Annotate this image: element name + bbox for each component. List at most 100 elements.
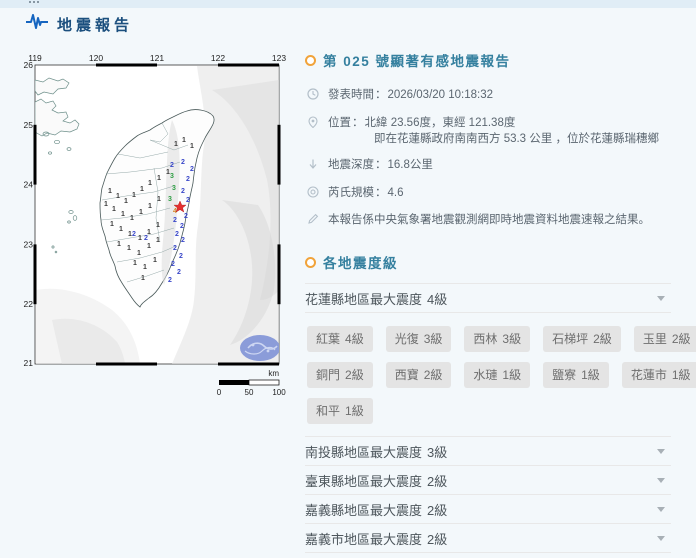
report-title: 第 025 號顯著有感地震報告 bbox=[323, 50, 511, 70]
severity-accordion: 花蓮縣地區最大震度 4級 紅葉4級光復3級西林3級石梯坪2級玉里2級富里2級 銅… bbox=[305, 283, 671, 558]
station-chip: 石梯坪2級 bbox=[543, 326, 621, 352]
svg-text:1: 1 bbox=[119, 226, 123, 233]
svg-text:2: 2 bbox=[177, 269, 181, 276]
lat-label: 25 bbox=[24, 120, 34, 130]
svg-text:3: 3 bbox=[172, 185, 176, 192]
accordion-row-region[interactable]: 嘉義市地區最大震度 2級 bbox=[305, 524, 671, 553]
svg-text:2: 2 bbox=[170, 162, 174, 169]
svg-text:1: 1 bbox=[148, 203, 152, 210]
svg-text:2: 2 bbox=[179, 253, 183, 260]
chevron-down-icon bbox=[657, 507, 665, 512]
svg-text:1: 1 bbox=[153, 257, 157, 264]
station-chip: 鹽寮1級 bbox=[543, 362, 609, 388]
svg-text:100: 100 bbox=[272, 388, 286, 397]
location-pin-icon bbox=[307, 116, 320, 134]
station-row: 銅門2級西寶2級水璉1級鹽寮1級花蓮市1級太魯閣1級 bbox=[307, 362, 671, 388]
svg-text:2: 2 bbox=[171, 261, 175, 268]
svg-text:1: 1 bbox=[147, 243, 151, 250]
svg-text:1: 1 bbox=[182, 137, 186, 144]
accordion-row-region[interactable]: 雲林縣地區最大震度 1級 bbox=[305, 553, 671, 558]
svg-text:1: 1 bbox=[137, 250, 141, 257]
svg-text:2: 2 bbox=[168, 277, 172, 284]
lon-label: 121 bbox=[150, 53, 164, 63]
svg-text:1: 1 bbox=[127, 245, 131, 252]
svg-text:2: 2 bbox=[186, 197, 190, 204]
earthquake-report-page: 地震報告 119 120 121 122 123 26 25 24 23 22 … bbox=[0, 0, 696, 558]
chevron-down-icon bbox=[657, 536, 665, 541]
report-panel: 第 025 號顯著有感地震報告 發表時間：2026/03/20 10:18:32… bbox=[305, 50, 671, 558]
field-magnitude: 芮氏規模：4.6 bbox=[307, 185, 671, 204]
svg-text:3: 3 bbox=[170, 173, 174, 180]
svg-text:km: km bbox=[268, 369, 279, 378]
accordion-row-region[interactable]: 臺東縣地區最大震度 2級 bbox=[305, 466, 671, 495]
station-chip: 銅門2級 bbox=[307, 362, 373, 388]
accordion-row-region[interactable]: 南投縣地區最大震度 3級 bbox=[305, 437, 671, 466]
svg-text:2: 2 bbox=[173, 245, 177, 252]
svg-text:1: 1 bbox=[130, 215, 134, 222]
collapsed-regions: 南投縣地區最大震度 3級 臺東縣地區最大震度 2級 bbox=[305, 437, 671, 558]
svg-text:1: 1 bbox=[104, 201, 108, 208]
map-scale-bar: km 0 50 100 bbox=[217, 369, 286, 397]
depth-arrow-icon bbox=[307, 158, 320, 176]
svg-text:1: 1 bbox=[110, 221, 114, 228]
svg-text:1: 1 bbox=[133, 260, 137, 267]
svg-text:2: 2 bbox=[180, 223, 184, 230]
svg-text:1: 1 bbox=[174, 141, 178, 148]
station-chip: 紅葉4級 bbox=[307, 326, 373, 352]
clock-icon bbox=[307, 88, 320, 106]
region-title: 嘉義縣地區最大震度 bbox=[305, 500, 422, 519]
svg-text:1: 1 bbox=[112, 206, 116, 213]
severity-heading-row: 各地震度級 bbox=[305, 252, 671, 272]
field-publish-time: 發表時間：2026/03/20 10:18:32 bbox=[307, 87, 671, 106]
chevron-down-icon bbox=[657, 449, 665, 454]
station-row: 和平1級 bbox=[307, 398, 671, 424]
svg-text:0: 0 bbox=[217, 388, 222, 397]
svg-text:1: 1 bbox=[117, 241, 121, 248]
orange-dot-icon bbox=[305, 257, 316, 268]
region-level: 3級 bbox=[427, 442, 447, 461]
region-level: 2級 bbox=[427, 471, 447, 490]
region-title: 嘉義市地區最大震度 bbox=[305, 529, 422, 548]
svg-text:1: 1 bbox=[157, 196, 161, 203]
station-chip: 水璉1級 bbox=[464, 362, 530, 388]
svg-text:2: 2 bbox=[181, 237, 185, 244]
seismograph-icon bbox=[26, 13, 48, 35]
svg-text:1: 1 bbox=[132, 192, 136, 199]
svg-text:2: 2 bbox=[184, 213, 188, 220]
region-title: 臺東縣地區最大震度 bbox=[305, 471, 422, 490]
field-location: 位置：北緯 23.56度，東經 121.38度 即在花蓮縣政府南南西方 53.3… bbox=[307, 115, 671, 148]
lon-label: 123 bbox=[272, 53, 286, 63]
station-chip: 光復3級 bbox=[386, 326, 452, 352]
orange-dot-icon bbox=[305, 55, 316, 66]
accordion-row-region[interactable]: 嘉義縣地區最大震度 2級 bbox=[305, 495, 671, 524]
report-title-row: 第 025 號顯著有感地震報告 bbox=[305, 50, 671, 70]
accordion-row-hualien[interactable]: 花蓮縣地區最大震度 4級 bbox=[305, 283, 671, 313]
lat-label: 21 bbox=[24, 358, 34, 368]
svg-text:2: 2 bbox=[175, 231, 179, 238]
report-note: 本報告係中央氣象署地震觀測網即時地震資料地震速報之結果。 bbox=[328, 212, 650, 229]
hualien-stations-panel: 紅葉4級光復3級西林3級石梯坪2級玉里2級富里2級 銅門2級西寶2級水璉1級鹽寮… bbox=[305, 313, 671, 437]
svg-text:2: 2 bbox=[144, 235, 148, 242]
svg-text:2: 2 bbox=[181, 159, 185, 166]
chevron-down-icon bbox=[657, 478, 665, 483]
svg-text:50: 50 bbox=[245, 388, 254, 397]
svg-text:1: 1 bbox=[157, 175, 161, 182]
svg-text:1: 1 bbox=[148, 180, 152, 187]
svg-text:1: 1 bbox=[190, 143, 194, 150]
lat-label: 23 bbox=[24, 239, 34, 249]
svg-text:1: 1 bbox=[156, 222, 160, 229]
station-row: 紅葉4級光復3級西林3級石梯坪2級玉里2級富里2級 bbox=[307, 326, 671, 352]
station-chip: 西林3級 bbox=[464, 326, 530, 352]
svg-text:3: 3 bbox=[168, 196, 172, 203]
cwb-logo bbox=[240, 335, 280, 361]
svg-text:1: 1 bbox=[143, 264, 147, 271]
svg-text:1: 1 bbox=[141, 275, 145, 282]
region-level: 2級 bbox=[427, 500, 447, 519]
svg-text:1: 1 bbox=[156, 237, 160, 244]
svg-text:1: 1 bbox=[139, 209, 143, 216]
svg-text:2: 2 bbox=[181, 188, 185, 195]
station-chip: 和平1級 bbox=[307, 398, 373, 424]
top-band bbox=[0, 0, 696, 8]
intensity-map: 119 120 121 122 123 26 25 24 23 22 21 bbox=[22, 50, 292, 415]
svg-text:2: 2 bbox=[190, 166, 194, 173]
